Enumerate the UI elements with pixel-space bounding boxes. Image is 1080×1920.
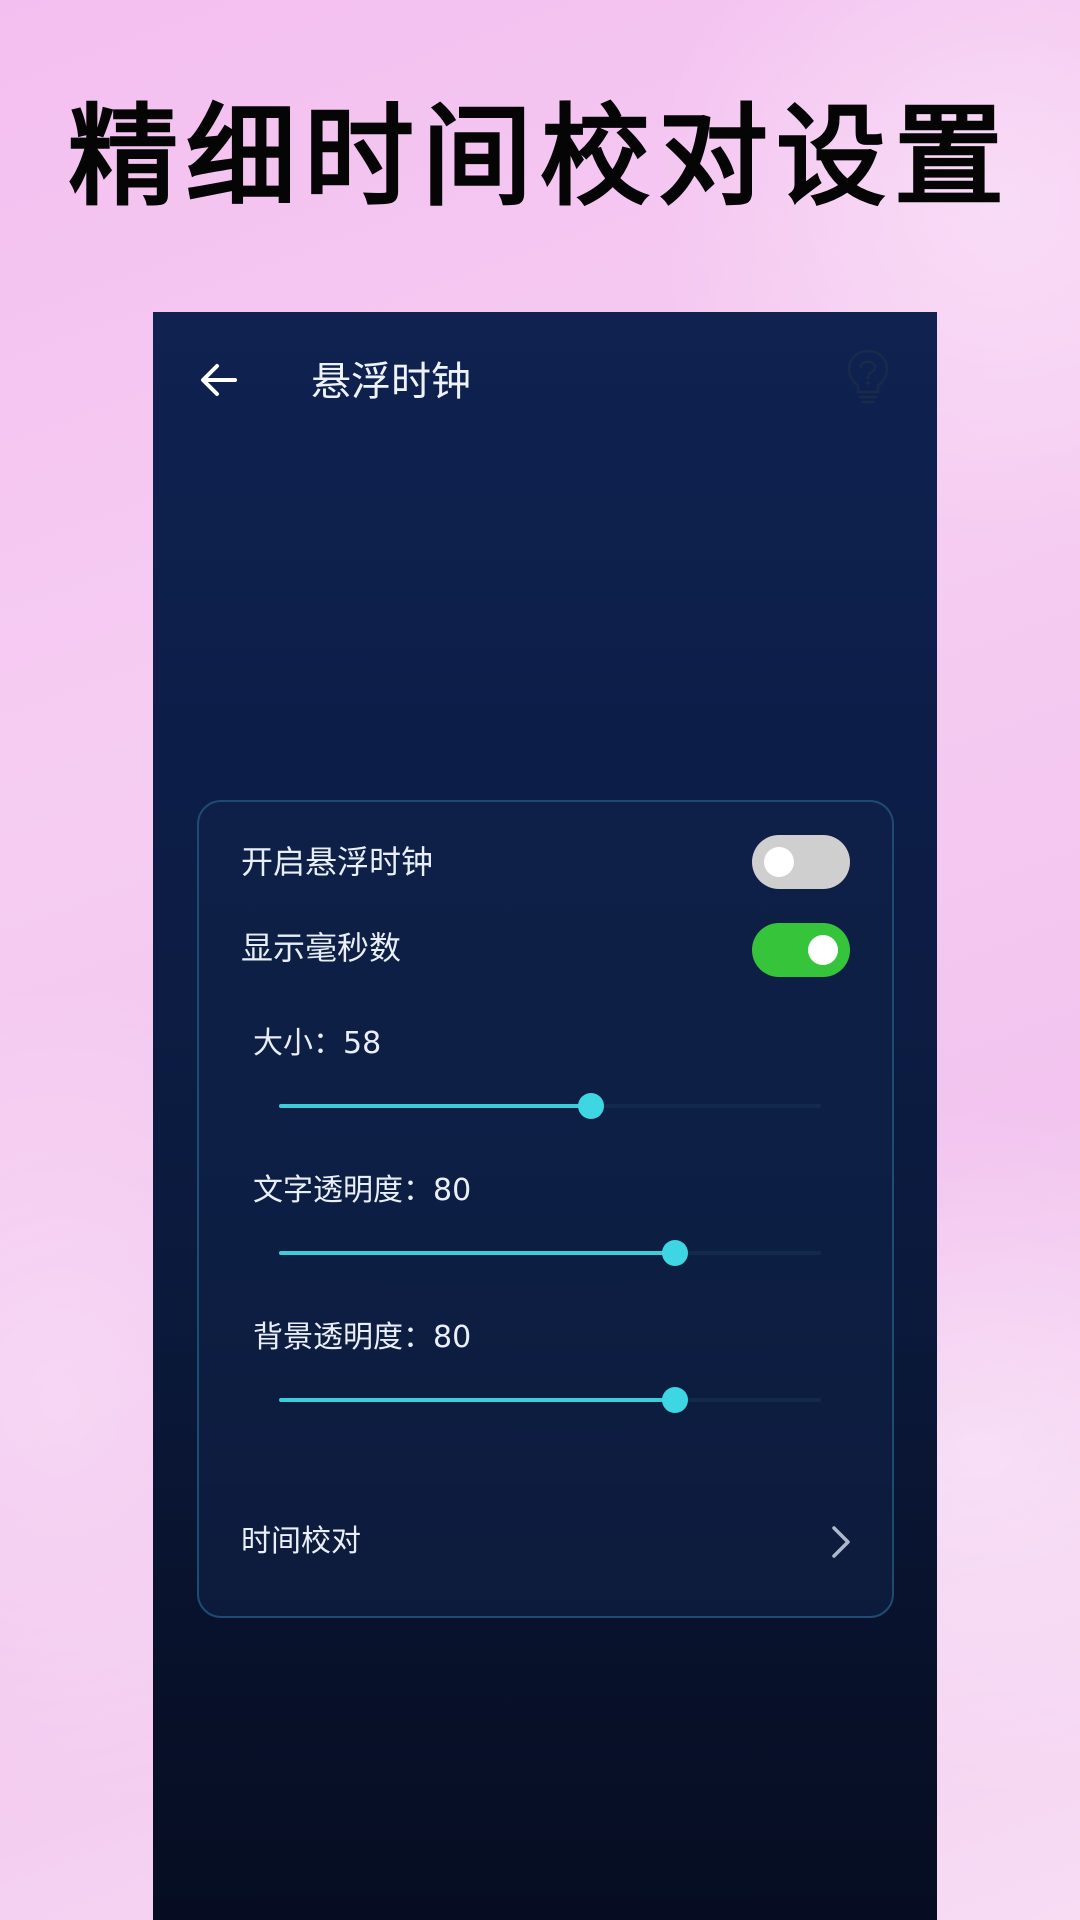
- toggle-knob: [764, 847, 794, 877]
- slider-fill: [279, 1398, 675, 1402]
- app-toolbar: 悬浮时钟: [153, 312, 937, 442]
- show-ms-label: 显示毫秒数: [241, 929, 402, 967]
- arrow-left-icon: [201, 364, 237, 396]
- toggle-knob: [808, 935, 838, 965]
- page-title: 悬浮时钟: [311, 359, 471, 405]
- slider-thumb[interactable]: [578, 1093, 604, 1119]
- float-clock-toggle[interactable]: [752, 835, 850, 889]
- settings-card: 开启悬浮时钟 显示毫秒数 大小：58 文字透明度：80 背景透明度：80 时间校…: [197, 800, 894, 1618]
- size-slider-label: 大小：58: [253, 1026, 382, 1061]
- chevron-right-icon: [826, 1522, 856, 1562]
- help-button[interactable]: [843, 346, 893, 408]
- promo-headline: 精细时间校对设置: [68, 93, 1012, 221]
- float-clock-label: 开启悬浮时钟: [241, 843, 434, 881]
- slider-fill: [279, 1104, 591, 1108]
- time-calibration-label: 时间校对: [241, 1524, 361, 1559]
- slider-thumb[interactable]: [662, 1387, 688, 1413]
- back-button[interactable]: [191, 352, 247, 408]
- time-calibration-row[interactable]: 时间校对: [199, 1508, 896, 1578]
- slider-fill: [279, 1251, 675, 1255]
- text-opacity-slider[interactable]: [279, 1233, 821, 1273]
- bg-opacity-slider[interactable]: [279, 1380, 821, 1420]
- phone-screen: 悬浮时钟 开启悬浮时钟 显示毫秒数 大小：58 文字透明度：80 背景透明度：8…: [153, 312, 937, 1920]
- slider-thumb[interactable]: [662, 1240, 688, 1266]
- lightbulb-question-icon: [847, 349, 889, 404]
- text-opacity-slider-label: 文字透明度：80: [253, 1173, 472, 1208]
- size-slider[interactable]: [279, 1086, 821, 1126]
- show-ms-toggle[interactable]: [752, 923, 850, 977]
- bg-opacity-slider-label: 背景透明度：80: [253, 1320, 472, 1355]
